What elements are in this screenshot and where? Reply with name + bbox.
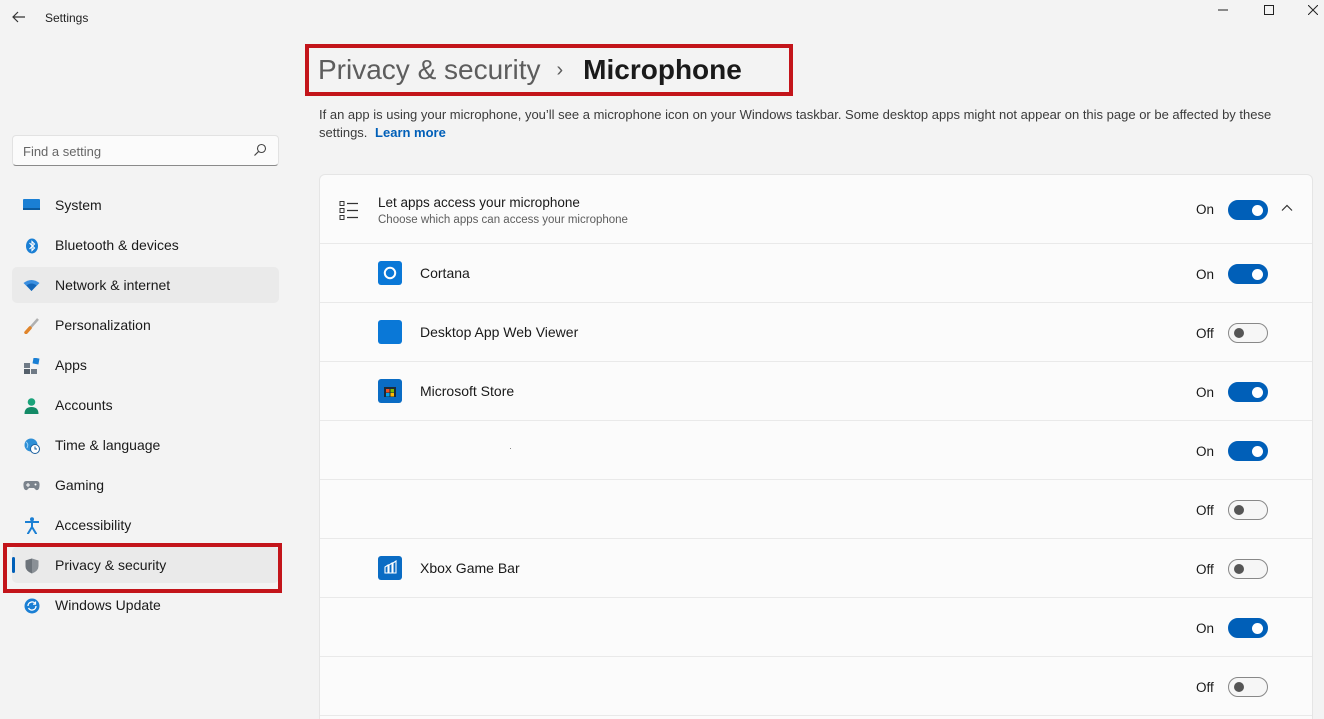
sidebar-item-accessibility[interactable]: Accessibility <box>12 507 279 543</box>
sidebar-item-network[interactable]: Network & internet <box>12 267 279 303</box>
app-row-desktop-app-web-viewer: Desktop App Web Viewer Off <box>320 303 1312 362</box>
app-toggle-switch[interactable] <box>1228 441 1268 461</box>
sidebar-item-gaming[interactable]: Gaming <box>12 467 279 503</box>
master-toggle-state: On <box>1196 202 1215 217</box>
sidebar-item-label: Bluetooth & devices <box>55 237 179 253</box>
apps-icon <box>23 357 40 374</box>
wifi-icon <box>23 277 40 294</box>
highlight-box-sidebar <box>3 543 282 593</box>
toggle-knob <box>1252 386 1263 398</box>
search-input[interactable] <box>23 142 243 160</box>
sidebar-item-accounts[interactable]: Accounts <box>12 387 279 423</box>
app-row-unlabeled: Off <box>320 480 1312 539</box>
app-toggle-switch[interactable] <box>1228 264 1268 284</box>
app-title: Settings <box>45 11 89 25</box>
app-row-xbox-game-bar: Xbox Game Bar Off <box>320 539 1312 598</box>
xbox-game-bar-icon <box>378 556 402 580</box>
minimize-button[interactable] <box>1200 0 1246 20</box>
app-toggle-state: On <box>1196 267 1215 282</box>
toggle-knob <box>1234 564 1244 574</box>
app-toggle-state: Off <box>1196 326 1214 341</box>
app-name: Xbox Game Bar <box>420 560 520 576</box>
sidebar-item-label: Accounts <box>55 397 113 413</box>
app-toggle-switch[interactable] <box>1228 500 1268 520</box>
list-icon <box>339 201 358 220</box>
store-icon <box>378 379 402 403</box>
app-name: Cortana <box>420 265 470 281</box>
gamepad-icon <box>23 477 40 494</box>
search-box[interactable] <box>12 135 279 166</box>
chevron-up-icon[interactable] <box>1280 201 1294 215</box>
sidebar-item-system[interactable]: System <box>12 187 279 223</box>
app-row-unlabeled: On <box>320 421 1312 480</box>
faint-mark <box>510 448 511 449</box>
sidebar-item-bluetooth[interactable]: Bluetooth & devices <box>12 227 279 263</box>
master-toggle-row[interactable]: Let apps access your microphone Choose w… <box>320 175 1312 244</box>
sidebar-item-label: Time & language <box>55 437 161 453</box>
app-toggle-switch[interactable] <box>1228 677 1268 697</box>
maximize-button[interactable] <box>1246 0 1292 20</box>
title-bar: Settings <box>0 0 1324 36</box>
app-toggle-switch[interactable] <box>1228 323 1268 343</box>
app-name: Microsoft Store <box>420 383 515 399</box>
accessibility-icon <box>23 517 40 534</box>
sidebar-item-label: Gaming <box>55 477 105 493</box>
globe-clock-icon <box>23 437 40 454</box>
sidebar-item-label: Network & internet <box>55 277 171 293</box>
system-icon <box>23 197 40 214</box>
master-toggle-subtitle: Choose which apps can access your microp… <box>378 214 628 226</box>
sidebar-item-label: System <box>55 197 102 213</box>
sidebar-item-label: Apps <box>55 357 87 373</box>
cortana-icon <box>378 261 402 285</box>
app-toggle-state: Off <box>1196 562 1214 577</box>
page-description: If an app is using your microphone, you’… <box>319 106 1314 142</box>
app-toggle-state: On <box>1196 444 1215 459</box>
app-toggle-state: Off <box>1196 503 1214 518</box>
brush-icon <box>23 317 40 334</box>
app-toggle-switch[interactable] <box>1228 618 1268 638</box>
toggle-knob <box>1234 505 1244 515</box>
app-row-unlabeled: Off <box>320 657 1312 716</box>
search-icon[interactable] <box>253 143 267 157</box>
toggle-knob <box>1252 204 1263 216</box>
app-toggle-switch[interactable] <box>1228 382 1268 402</box>
app-toggle-switch[interactable] <box>1228 559 1268 579</box>
app-row-unlabeled: On <box>320 598 1312 657</box>
learn-more-link[interactable]: Learn more <box>375 125 446 140</box>
master-toggle-switch[interactable] <box>1228 200 1268 220</box>
toggle-knob <box>1234 682 1244 692</box>
app-toggle-state: Off <box>1196 680 1214 695</box>
app-toggle-state: On <box>1196 621 1215 636</box>
toggle-knob <box>1252 268 1263 280</box>
toggle-knob <box>1234 328 1244 338</box>
sidebar-item-label: Personalization <box>55 317 151 333</box>
close-button[interactable] <box>1290 0 1324 20</box>
bluetooth-icon <box>23 237 40 254</box>
app-name: Desktop App Web Viewer <box>420 324 579 340</box>
person-icon <box>23 397 40 414</box>
back-arrow-icon[interactable] <box>8 6 30 28</box>
sidebar-item-apps[interactable]: Apps <box>12 347 279 383</box>
sidebar-item-label: Accessibility <box>55 517 132 533</box>
sidebar-item-time-language[interactable]: Time & language <box>12 427 279 463</box>
app-row-microsoft-store: Microsoft Store On <box>320 362 1312 421</box>
update-icon <box>23 597 40 614</box>
toggle-knob <box>1252 445 1263 457</box>
master-toggle-title: Let apps access your microphone <box>378 195 580 210</box>
sidebar-item-personalization[interactable]: Personalization <box>12 307 279 343</box>
description-text: If an app is using your microphone, you’… <box>319 107 1272 140</box>
app-toggle-state: On <box>1196 385 1215 400</box>
webviewer-icon <box>378 320 402 344</box>
sidebar-item-label: Windows Update <box>55 597 161 613</box>
app-row-cortana: Cortana On <box>320 244 1312 303</box>
highlight-box-title <box>305 44 793 96</box>
toggle-knob <box>1252 622 1263 634</box>
microphone-access-card: Let apps access your microphone Choose w… <box>319 174 1313 719</box>
